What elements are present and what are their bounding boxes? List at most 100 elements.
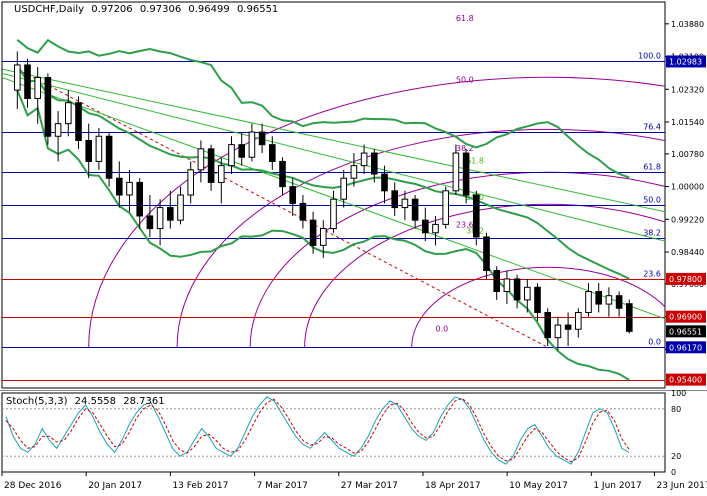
close-value: 0.96551 — [236, 4, 279, 15]
arc-label: 50.0 — [456, 76, 474, 85]
candle-body — [421, 219, 429, 234]
candle-body — [238, 144, 246, 158]
candle-body — [544, 311, 552, 339]
time-tick-label: 1 Jun 2017 — [593, 481, 641, 491]
candle — [625, 299, 633, 334]
candle-body — [268, 144, 276, 162]
time-tick-label: 13 Feb 2017 — [172, 481, 228, 491]
candle — [462, 148, 470, 204]
chart-header: USDCHF,Daily 0.97206 0.97306 0.96499 0.9… — [14, 4, 282, 15]
level-label: 61.8 — [643, 163, 661, 172]
candle-body — [483, 236, 490, 272]
candle-body — [472, 194, 480, 238]
stoch-tick-label: 80 — [671, 405, 681, 414]
price-tick-label: 1.01540 — [671, 118, 704, 127]
candle-body — [595, 291, 603, 305]
time-tick-label: 28 Dec 2016 — [4, 481, 62, 491]
price-tick-label: 0.98440 — [671, 248, 704, 257]
symbol-label: USDCHF,Daily — [14, 4, 85, 15]
stoch-signal-value: 28.7361 — [123, 396, 165, 407]
candle-body — [401, 198, 409, 209]
candle-body — [197, 148, 205, 171]
candle-body — [534, 286, 541, 313]
candle-body — [605, 295, 613, 305]
stoch-main-value: 24.5558 — [74, 396, 117, 407]
stoch-tick-label: 20 — [671, 452, 681, 461]
arc-label: 0.0 — [436, 324, 449, 333]
candle-body — [319, 228, 327, 246]
candle-body — [554, 324, 562, 339]
price-tick-label: 1.02320 — [671, 85, 704, 94]
candle-body — [279, 160, 286, 188]
candle-body — [574, 311, 582, 330]
candle-body — [442, 190, 450, 225]
candle-body — [75, 102, 82, 141]
time-tick-label: 18 Apr 2017 — [425, 481, 481, 491]
time-tick-label: 20 Jan 2017 — [88, 481, 142, 491]
candle-body — [24, 64, 31, 99]
candle-body — [207, 148, 215, 183]
candle-body — [340, 177, 348, 200]
candle-body — [166, 207, 174, 221]
candle-body — [115, 177, 123, 196]
level-tag: 1.02983 — [669, 57, 702, 66]
price-tick-label: 1.00000 — [671, 183, 704, 192]
candle-body — [136, 181, 144, 217]
candle-body — [187, 169, 195, 196]
candle-body — [146, 215, 154, 230]
candle-body — [360, 152, 368, 167]
candle-body — [126, 181, 133, 196]
candle-body — [248, 131, 256, 158]
price-axis: 1.038801.031001.023201.015401.007801.000… — [665, 20, 706, 386]
candle-body — [493, 270, 501, 292]
candle-body — [625, 303, 633, 332]
stoch-header: Stoch(5,3,3) 24.5558 28.7361 — [6, 396, 169, 407]
candle-body — [411, 198, 419, 221]
candle — [472, 190, 480, 246]
candle-body — [54, 123, 62, 137]
stoch-tick-label: 0 — [671, 468, 676, 477]
price-tick-label: 1.03880 — [671, 20, 704, 29]
candle-body — [105, 135, 113, 179]
candle-body — [13, 64, 21, 91]
candle-body — [503, 278, 511, 293]
candle — [105, 132, 113, 187]
candle-body — [350, 165, 358, 179]
candle-body — [615, 295, 623, 309]
arc-label: 61.8 — [456, 14, 474, 23]
candle-body — [44, 77, 52, 137]
time-tick-label: 23 Jun 2017 — [656, 481, 707, 491]
candle-body — [156, 207, 164, 230]
level-label: 100.0 — [638, 52, 661, 61]
price-tick-label: 1.00780 — [671, 150, 704, 159]
candle-body — [391, 190, 399, 209]
candle-body — [462, 152, 470, 196]
time-tick-label: 10 May 2017 — [509, 481, 568, 491]
candle-body — [432, 223, 439, 234]
candle-body — [330, 198, 337, 230]
stoch-name: Stoch(5,3,3) — [6, 396, 68, 407]
candle-body — [299, 202, 307, 221]
candle-body — [177, 194, 184, 221]
low-value: 0.96499 — [188, 4, 230, 15]
candle-body — [85, 139, 93, 162]
current-price-tag: 0.96551 — [669, 327, 702, 336]
candle-body — [217, 165, 225, 183]
level-tag: 0.95400 — [669, 376, 702, 385]
candle-body — [513, 278, 521, 301]
price-tick-label: 0.99220 — [671, 215, 704, 224]
level-tag: 0.96900 — [669, 313, 702, 322]
candle — [442, 186, 450, 229]
level-label: 76.4 — [643, 123, 661, 132]
candle-body — [309, 219, 317, 246]
time-tick-label: 7 Mar 2017 — [257, 481, 308, 491]
level-label: 50.0 — [643, 196, 661, 205]
level-tag: 0.96170 — [669, 343, 702, 352]
candle-body — [95, 135, 103, 162]
candle-body — [34, 77, 42, 99]
level-label: 23.6 — [643, 270, 661, 279]
high-value: 0.97306 — [139, 4, 182, 15]
candle-body — [289, 186, 297, 204]
candle-body — [585, 291, 592, 313]
candle-body — [564, 324, 572, 330]
